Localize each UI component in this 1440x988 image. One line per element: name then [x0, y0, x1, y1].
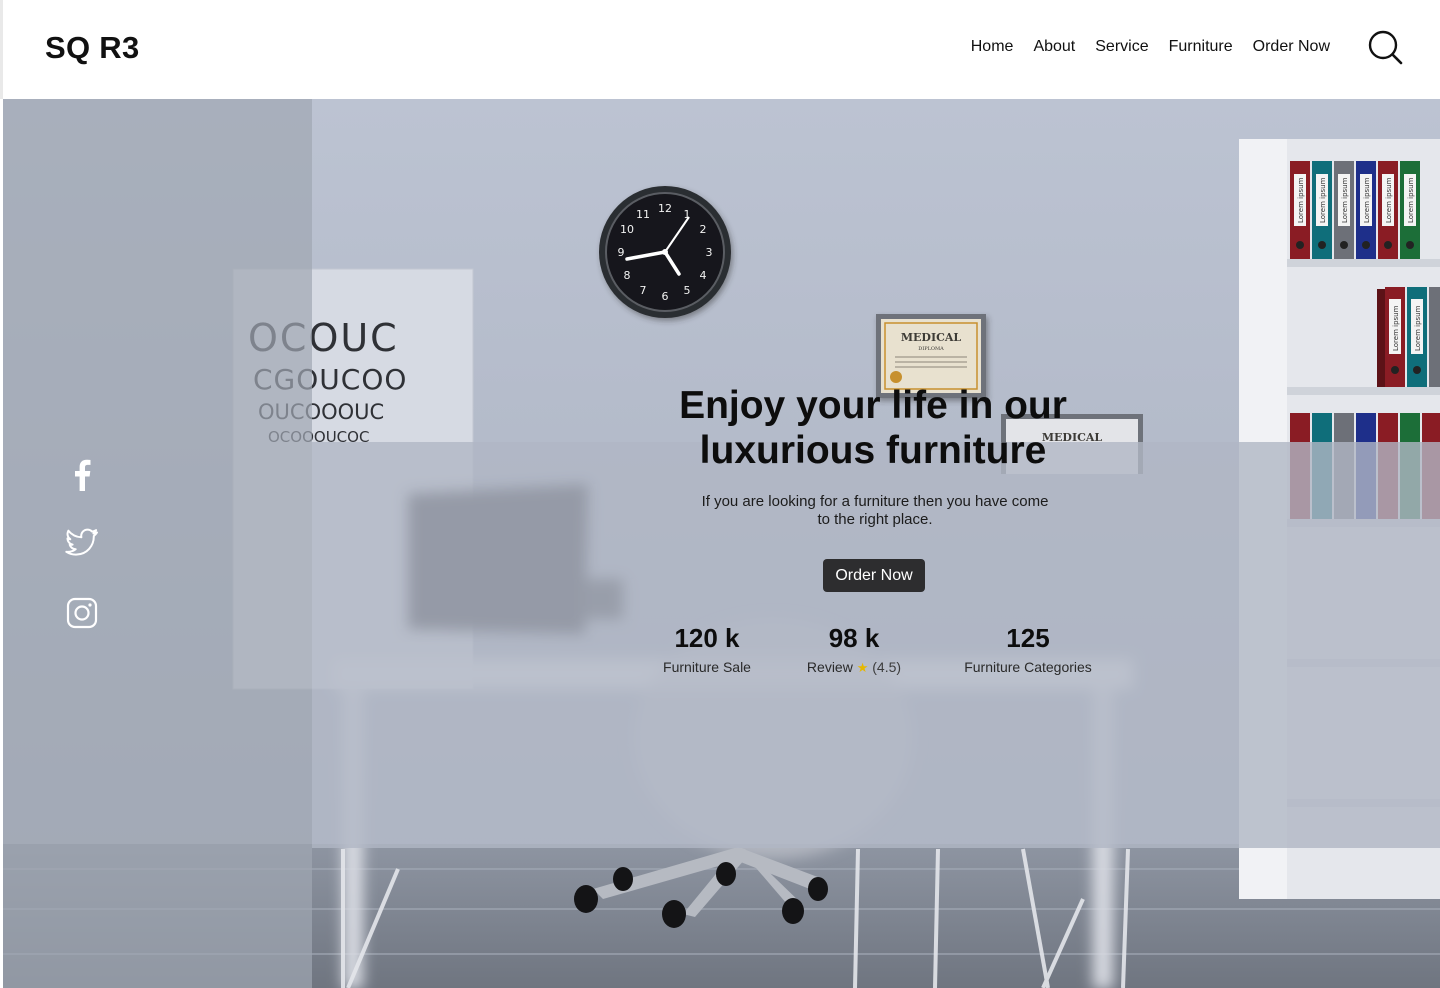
site-header: SQ R3 Home About Service Furniture Order… — [0, 0, 1440, 99]
nav-about[interactable]: About — [1033, 38, 1075, 56]
instagram-link[interactable] — [65, 596, 99, 630]
clock-number: 7 — [640, 284, 647, 297]
svg-text:Lorem ipsum: Lorem ipsum — [1414, 305, 1422, 351]
order-now-button[interactable]: Order Now — [823, 559, 925, 592]
clock-number: 10 — [620, 223, 634, 236]
facebook-icon — [75, 459, 91, 491]
instagram-icon — [66, 597, 98, 629]
stat-value: 120 k — [674, 623, 740, 653]
review-rating: (4.5) — [872, 659, 902, 675]
hero-headline-line-1: Enjoy your life in our — [679, 384, 1067, 427]
hero-section: OCOUC CGOUCOO OUCOOOUC OCOOOUCOC 12 1 2 … — [3, 99, 1440, 988]
clock-number: 12 — [658, 202, 672, 215]
twitter-link[interactable] — [65, 526, 99, 560]
stat-value: 125 — [1006, 623, 1050, 653]
svg-text:Lorem ipsum: Lorem ipsum — [1407, 177, 1415, 223]
stat-value: 98 k — [828, 623, 880, 653]
clock-number: 3 — [706, 246, 713, 259]
twitter-icon — [65, 528, 98, 556]
clock-number: 2 — [700, 223, 707, 236]
hero-subtext: If you are looking for a furniture then … — [701, 493, 1049, 528]
clock-number: 6 — [662, 290, 669, 303]
nav-service[interactable]: Service — [1095, 38, 1148, 56]
facebook-link[interactable] — [65, 458, 99, 492]
clock-number: 11 — [636, 208, 650, 221]
stat-label-text: Review — [806, 659, 853, 675]
social-sidebar — [3, 99, 312, 988]
svg-text:Lorem ipsum: Lorem ipsum — [1392, 305, 1400, 351]
svg-text:Lorem ipsum: Lorem ipsum — [1341, 177, 1349, 223]
svg-text:MEDICAL: MEDICAL — [901, 331, 962, 344]
hero-headline: Enjoy your life in our luxurious furnitu… — [309, 383, 1437, 473]
stat-label: Review ★ (4.5) — [798, 659, 910, 676]
nav-furniture[interactable]: Furniture — [1169, 38, 1233, 56]
clock-number: 5 — [684, 284, 691, 297]
svg-text:Lorem ipsum: Lorem ipsum — [1297, 177, 1305, 223]
stat-label: Furniture Sale — [663, 659, 751, 675]
clock-number: 4 — [700, 269, 707, 282]
nav-order-now[interactable]: Order Now — [1253, 38, 1330, 56]
search-icon — [1368, 30, 1403, 65]
site-logo[interactable]: SQ R3 — [45, 30, 140, 66]
hero-headline-line-2: luxurious furniture — [699, 429, 1047, 472]
wall-clock: 12 1 2 3 4 5 6 7 8 9 10 11 — [599, 186, 731, 318]
svg-text:Lorem ipsum: Lorem ipsum — [1319, 177, 1327, 223]
stat-review: 98 k Review ★ (4.5) — [798, 623, 910, 676]
svg-text:Lorem ipsum: Lorem ipsum — [1385, 177, 1393, 223]
svg-text:DIPLOMA: DIPLOMA — [918, 346, 944, 352]
clock-number: 9 — [618, 246, 625, 259]
clock-number: 8 — [624, 269, 631, 282]
star-icon: ★ — [856, 660, 869, 675]
stat-label: Furniture Categories — [964, 659, 1092, 675]
nav-home[interactable]: Home — [971, 38, 1014, 56]
stat-furniture-categories: 125 Furniture Categories — [958, 623, 1098, 675]
search-button[interactable] — [1368, 30, 1404, 66]
stat-furniture-sale: 120 k Furniture Sale — [655, 623, 759, 675]
main-nav: Home About Service Furniture Order Now — [971, 38, 1330, 56]
svg-text:Lorem ipsum: Lorem ipsum — [1363, 177, 1371, 223]
